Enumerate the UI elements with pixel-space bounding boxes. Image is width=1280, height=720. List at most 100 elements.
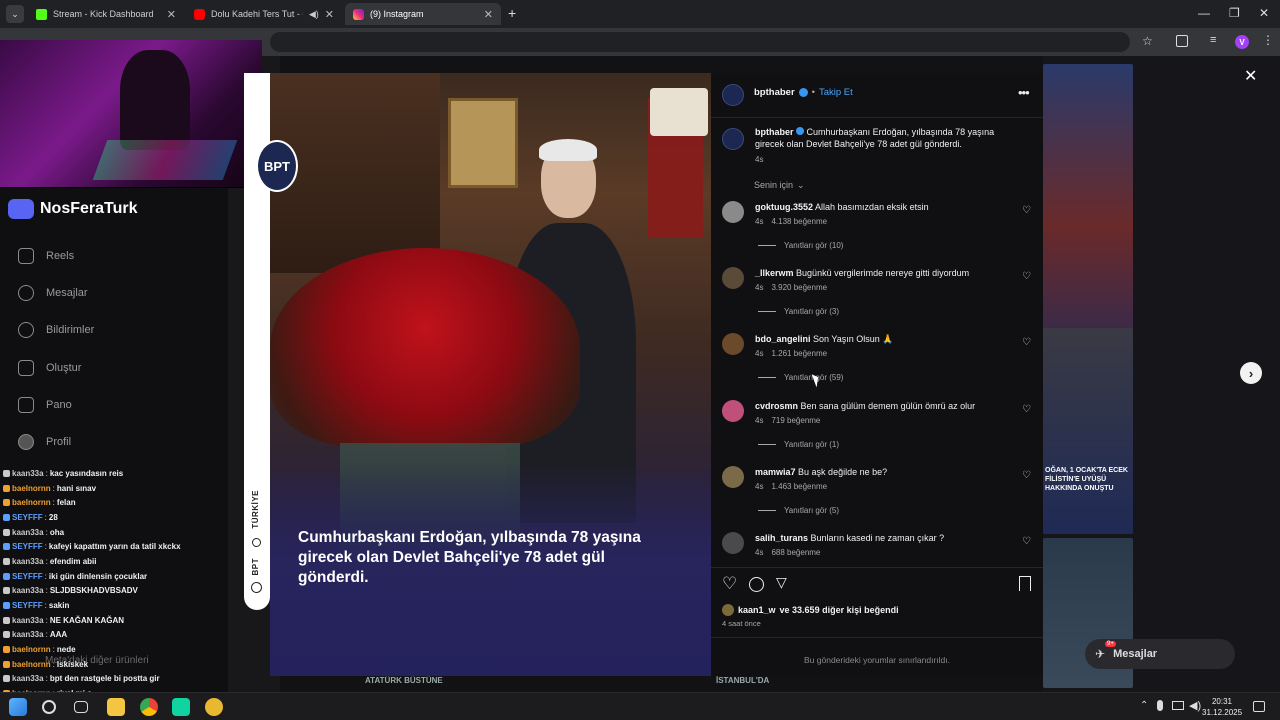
- file-explorer-icon[interactable]: [107, 698, 125, 716]
- tab-instagram[interactable]: (9) Instagram ✕: [345, 3, 501, 25]
- tab-search-button[interactable]: ⌄: [6, 5, 24, 23]
- url-field[interactable]: [270, 32, 1130, 52]
- like-icon[interactable]: ♡: [722, 574, 737, 594]
- comment-user[interactable]: goktuug.3552: [755, 202, 813, 212]
- task-view-icon[interactable]: [74, 701, 88, 713]
- nav-profile[interactable]: Profil: [18, 434, 71, 450]
- liker-name[interactable]: kaan1_w: [738, 605, 776, 615]
- account-name[interactable]: bpthaber: [754, 87, 795, 98]
- chat-username[interactable]: SEYFFF: [12, 542, 43, 551]
- comment-icon[interactable]: [749, 577, 764, 592]
- nav-notifications[interactable]: Bildirimler: [18, 322, 94, 338]
- comment-avatar[interactable]: [722, 532, 744, 554]
- close-window-icon[interactable]: ✕: [1259, 6, 1269, 20]
- comment-likes[interactable]: 4.138 beğenme: [771, 217, 827, 226]
- comment-filter[interactable]: Senin için ⌄: [754, 180, 805, 191]
- media-control-icon[interactable]: ≡: [1210, 34, 1216, 46]
- messages-button[interactable]: ✈ 9+ Mesajlar: [1085, 639, 1235, 669]
- chat-username[interactable]: kaan33a: [12, 630, 44, 639]
- comment-user[interactable]: bdo_angelini: [755, 334, 811, 344]
- network-icon[interactable]: [1172, 701, 1184, 710]
- comment-like-icon[interactable]: ♡: [1022, 205, 1031, 216]
- chat-username[interactable]: kaan33a: [12, 557, 44, 566]
- comment-user[interactable]: cvdrosmn: [755, 401, 798, 411]
- caption-user[interactable]: bpthaber: [755, 127, 794, 137]
- caption-avatar[interactable]: [722, 128, 744, 150]
- windows-start-icon[interactable]: [9, 698, 27, 716]
- nav-reels[interactable]: Reels: [18, 248, 74, 264]
- comment-likes[interactable]: 3.920 beğenme: [771, 283, 827, 292]
- menu-icon[interactable]: ⋮: [1262, 33, 1274, 47]
- likes-count[interactable]: ve 33.659 diğer kişi beğendi: [780, 605, 899, 615]
- clock[interactable]: 20:31 31.12.2025: [1202, 696, 1242, 718]
- nav-messages[interactable]: Mesajlar: [18, 285, 88, 301]
- chat-username[interactable]: kaan33a: [12, 528, 44, 537]
- more-options-icon[interactable]: •••: [1018, 85, 1030, 100]
- chevron-up-icon[interactable]: ⌃: [1140, 700, 1148, 711]
- account-avatar[interactable]: [722, 84, 744, 106]
- comment-like-icon[interactable]: ♡: [1022, 470, 1031, 481]
- follow-button[interactable]: Takip Et: [819, 87, 853, 98]
- view-replies-button[interactable]: Yanıtları gör (5): [758, 506, 839, 515]
- chat-username[interactable]: baelnornn: [12, 660, 51, 669]
- comment-likes[interactable]: 1.261 beğenme: [771, 349, 827, 358]
- chat-username[interactable]: kaan33a: [12, 616, 44, 625]
- chat-message: baelnornn: Iskiskek: [3, 657, 228, 672]
- view-replies-button[interactable]: Yanıtları gör (3): [758, 307, 839, 316]
- app-icon-2[interactable]: [205, 698, 223, 716]
- comment-avatar[interactable]: [722, 333, 744, 355]
- new-tab-button[interactable]: +: [508, 5, 516, 21]
- restore-icon[interactable]: ❐: [1229, 6, 1240, 20]
- chat-username[interactable]: kaan33a: [12, 674, 44, 683]
- chat-username[interactable]: baelnornn: [12, 645, 51, 654]
- star-icon[interactable]: ☆: [1142, 34, 1153, 48]
- search-icon[interactable]: [42, 700, 56, 714]
- comment-like-icon[interactable]: ♡: [1022, 404, 1031, 415]
- chat-username[interactable]: SEYFFF: [12, 513, 43, 522]
- comment-like-icon[interactable]: ♡: [1022, 337, 1031, 348]
- chat-username[interactable]: kaan33a: [12, 586, 44, 595]
- microphone-icon[interactable]: [1157, 700, 1163, 711]
- volume-icon[interactable]: ◀): [1189, 699, 1201, 712]
- app-icon[interactable]: [172, 698, 190, 716]
- comment-avatar[interactable]: [722, 201, 744, 223]
- extensions-icon[interactable]: [1176, 35, 1188, 47]
- minimize-icon[interactable]: —: [1198, 6, 1210, 20]
- comment-user[interactable]: mamwia7: [755, 467, 796, 477]
- comment-like-icon[interactable]: ♡: [1022, 536, 1031, 547]
- nav-label: Bildirimler: [46, 324, 95, 336]
- close-icon[interactable]: ✕: [484, 8, 493, 21]
- comment-likes[interactable]: 1.463 beğenme: [771, 482, 827, 491]
- comment-like-icon[interactable]: ♡: [1022, 271, 1031, 282]
- comment-avatar[interactable]: [722, 267, 744, 289]
- chat-username[interactable]: SEYFFF: [12, 601, 43, 610]
- close-icon[interactable]: ✕: [325, 8, 334, 21]
- profile-avatar[interactable]: V: [1235, 35, 1249, 49]
- nav-dashboard[interactable]: Pano: [18, 397, 72, 413]
- comment-avatar[interactable]: [722, 400, 744, 422]
- notification-icon[interactable]: [1253, 701, 1265, 712]
- view-replies-button[interactable]: Yanıtları gör (1): [758, 440, 839, 449]
- next-post-button[interactable]: ›: [1240, 362, 1262, 384]
- tab-kick-dashboard[interactable]: Stream - Kick Dashboard ✕: [28, 3, 184, 25]
- close-icon[interactable]: ✕: [1244, 66, 1257, 86]
- chat-username[interactable]: baelnornn: [12, 484, 51, 493]
- comment-user[interactable]: _llkerwm: [755, 268, 794, 278]
- chat-username[interactable]: SEYFFF: [12, 572, 43, 581]
- chat-username[interactable]: baelnornn: [12, 498, 51, 507]
- close-icon[interactable]: ✕: [167, 8, 176, 21]
- chat-username[interactable]: kaan33a: [12, 469, 44, 478]
- view-replies-button[interactable]: Yanıtları gör (59): [758, 373, 843, 382]
- share-icon[interactable]: ▽: [776, 574, 787, 591]
- post-image[interactable]: Cumhurbaşkanı Erdoğan, yılbaşında 78 yaş…: [270, 73, 711, 676]
- comment-likes[interactable]: 719 beğenme: [771, 416, 820, 425]
- tab-youtube[interactable]: Dolu Kadehi Ters Tut - Gitm ◀) ✕: [186, 3, 342, 25]
- comment-avatar[interactable]: [722, 466, 744, 488]
- save-icon[interactable]: [1019, 576, 1031, 591]
- comment-user[interactable]: salih_turans: [755, 533, 808, 543]
- speaker-icon[interactable]: ◀): [309, 9, 319, 20]
- comment-likes[interactable]: 688 beğenme: [771, 548, 820, 557]
- chrome-icon[interactable]: [140, 698, 158, 716]
- view-replies-button[interactable]: Yanıtları gör (10): [758, 241, 843, 250]
- nav-create[interactable]: Oluştur: [18, 360, 81, 376]
